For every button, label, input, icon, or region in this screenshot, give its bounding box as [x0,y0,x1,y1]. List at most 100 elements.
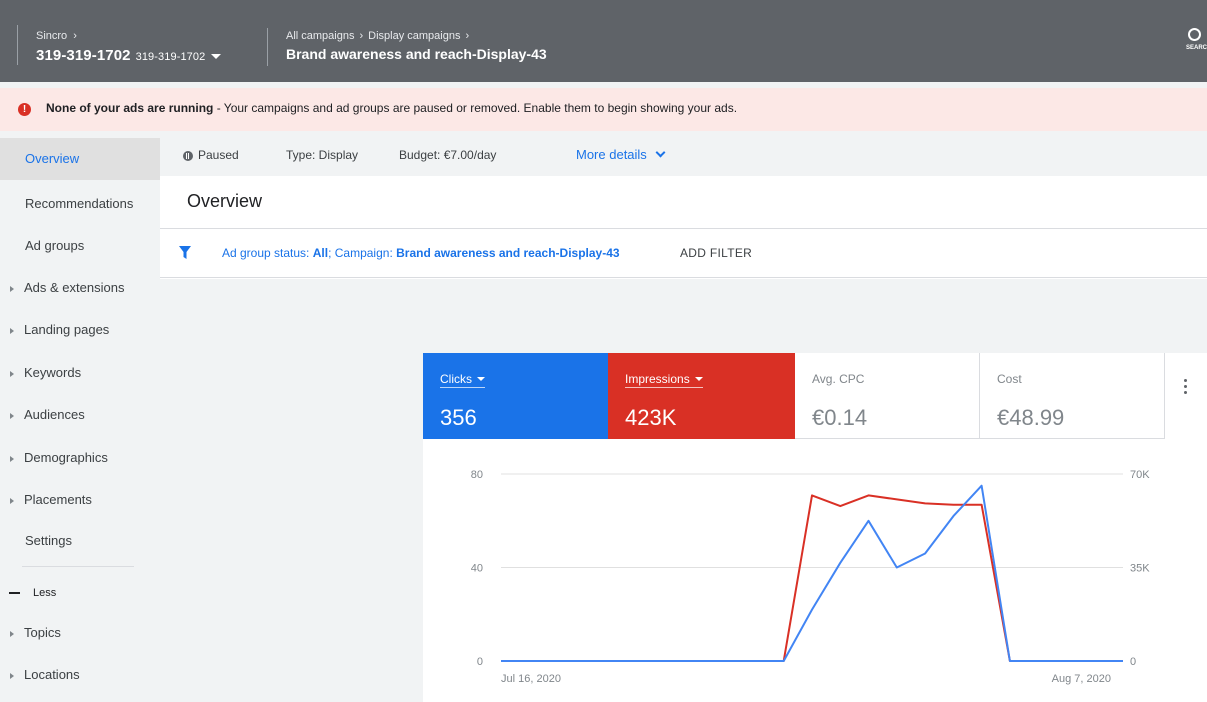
expand-arrow-icon [10,371,14,377]
metric-tile-clicks[interactable]: Clicks 356 [423,353,608,439]
sidebar-item-overview[interactable]: Overview [0,138,160,180]
chevron-right-icon: › [465,30,470,42]
filter-status-prefix: Ad group status: [222,246,313,260]
breadcrumb: All campaigns › Display campaigns › [286,30,474,42]
sidebar-item-label: Demographics [24,450,108,465]
less-label: Less [33,587,57,599]
caret-down-icon [211,53,222,59]
sidebar-item-locations[interactable]: Locations [0,654,160,696]
sidebar-item-ads-extensions[interactable]: Ads & extensions [0,267,160,309]
y-left-tick-label: 40 [471,563,483,575]
sidebar-item-settings[interactable]: Settings [0,520,160,562]
page-title: Overview [187,191,263,211]
alert-detail-text: - Your campaigns and ad groups are pause… [213,101,738,115]
metric-label-impressions[interactable]: Impressions [625,372,703,388]
filter-campaign-value: Brand awareness and reach-Display-43 [396,246,620,260]
chart-grid [501,473,1123,568]
sidebar-item-keywords[interactable]: Keywords [0,352,160,394]
error-icon: ! [18,103,31,116]
campaign-status[interactable]: Paused [198,148,239,162]
sidebar-item-label: Settings [25,533,72,548]
y-right-tick-label: 70K [1130,469,1150,481]
more-options-icon[interactable] [1183,379,1189,399]
chevron-right-icon: › [359,30,364,42]
metric-value-avg-cpc: €0.14 [812,405,868,430]
sidebar-item-ad-groups[interactable]: Ad groups [0,225,160,267]
sidebar-item-label: Landing pages [24,322,110,337]
active-filter-chip[interactable]: Ad group status: All; Campaign: Brand aw… [222,246,620,260]
breadcrumb-all-campaigns[interactable]: All campaigns [286,30,354,42]
y-right-tick-label: 0 [1130,656,1136,668]
metric-label-cost: Cost [997,372,1022,386]
filter-bar: Ad group status: All; Campaign: Brand aw… [160,229,1207,278]
sidebar-item-label: Keywords [24,365,82,380]
header-divider [267,28,268,66]
metric-value-impressions: 423K [625,405,677,430]
sidebar-item-label: Recommendations [25,196,134,211]
metric-value-cost: €48.99 [997,405,1065,430]
metric-value-clicks: 356 [440,405,477,430]
caret-down-icon [694,377,703,381]
add-filter-button[interactable]: ADD FILTER [680,246,752,260]
sidebar-item-label: Overview [25,151,80,166]
sidebar-item-demographics[interactable]: Demographics [0,437,160,479]
filter-status-value: All [312,246,329,260]
expand-arrow-icon [10,456,14,462]
expand-arrow-icon [10,286,14,292]
metric-tile-cost[interactable]: Cost €48.99 [980,353,1165,439]
campaign-title: Brand awareness and reach-Display-43 [286,46,547,62]
x-tick-label-end: Aug 7, 2020 [1052,673,1111,685]
sidebar-item-label: Audiences [24,407,85,422]
more-details-label: More details [576,147,647,162]
series-line-clicks [501,484,1123,662]
chevron-down-icon [655,147,666,158]
performance-card: Clicks 356 Impressions 423K Avg. CPC €0.… [423,353,1207,702]
sidebar-item-label: Ad groups [25,238,85,253]
sidebar-item-label: Ads & extensions [24,280,125,295]
sidebar-item-topics[interactable]: Topics [0,612,160,654]
sidebar-item-recommendations[interactable]: Recommendations [0,183,160,225]
expand-arrow-icon [10,673,14,679]
more-details-button[interactable]: More details [576,147,666,162]
left-axis-labels: 80 40 0 [471,469,483,668]
alert-banner: ! None of your ads are running - Your ca… [0,88,1207,131]
account-switcher[interactable]: 319-319-1702 319-319-1702 [36,47,222,64]
metric-tile-impressions[interactable]: Impressions 423K [608,353,795,439]
expand-arrow-icon [10,498,14,504]
campaign-budget[interactable]: Budget: €7.00/day [399,148,496,162]
collapse-icon [9,592,20,594]
y-right-tick-label: 35K [1130,563,1150,575]
sidebar-item-label: Locations [24,667,80,682]
account-breadcrumb[interactable]: Sincro › [36,30,77,42]
metric-label-clicks[interactable]: Clicks [440,372,485,388]
campaign-type: Type: Display [286,148,359,162]
x-tick-label-start: Jul 16, 2020 [501,673,561,685]
breadcrumb-display-campaigns[interactable]: Display campaigns [368,30,460,42]
header-divider [17,25,18,65]
sidebar-item-landing-pages[interactable]: Landing pages [0,309,160,351]
sidebar-divider [22,566,134,567]
expand-arrow-icon [10,631,14,637]
sidebar-less-toggle[interactable]: Less [0,578,160,608]
sidebar-item-audiences[interactable]: Audiences [0,394,160,436]
performance-chart: 80 40 0 70K 35K 0 Jul 16, 2020 Aug 7, 2020 [471,469,1150,685]
chart-lines [501,484,1123,662]
top-bar: Sincro › 319-319-1702 319-319-1702 All ca… [0,0,1207,82]
sidebar-nav: Overview Recommendations Ad groups Ads &… [0,138,160,702]
filter-campaign-prefix: ; Campaign: [328,246,397,260]
metric-tile-avg-cpc[interactable]: Avg. CPC €0.14 [795,353,980,439]
alert-message: None of your ads are running - Your camp… [46,101,737,115]
campaign-summary-bar: Paused Type: Display Budget: €7.00/day M… [160,138,1207,176]
y-left-tick-label: 80 [471,469,483,481]
sidebar-item-placements[interactable]: Placements [0,479,160,521]
metric-label-avg-cpc: Avg. CPC [812,372,865,386]
sidebar-item-label: Placements [24,492,92,507]
caret-down-icon [477,377,485,381]
filter-icon[interactable] [179,246,191,260]
right-axis-labels: 70K 35K 0 [1130,469,1150,668]
expand-arrow-icon [10,413,14,419]
account-crumb-label: Sincro [36,30,68,42]
search-button[interactable]: SEARCH [1186,26,1207,62]
metric-label-text: Clicks [440,372,472,386]
alert-bold-text: None of your ads are running [46,101,214,115]
